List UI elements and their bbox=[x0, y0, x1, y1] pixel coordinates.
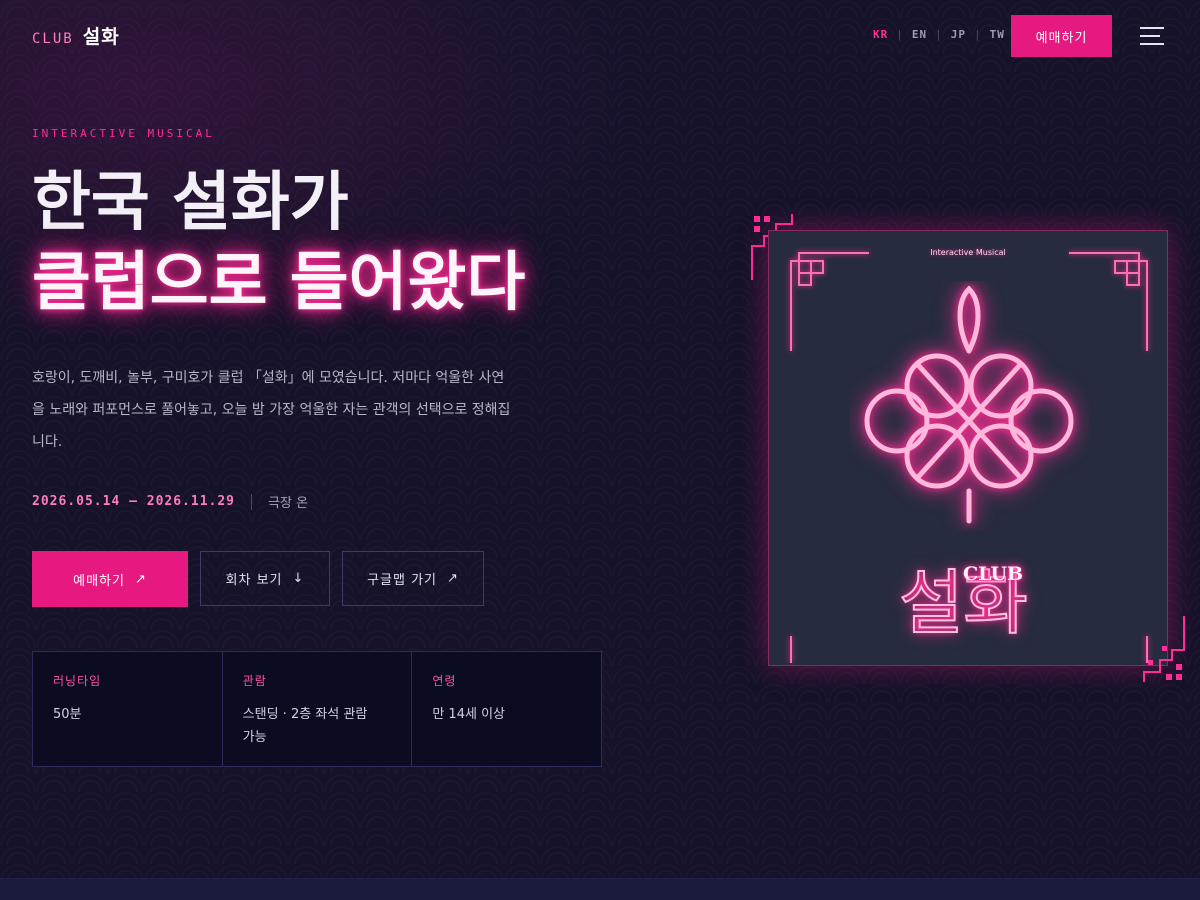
language-switcher: KR | EN | JP | TW bbox=[873, 28, 1005, 41]
hero-description: 호랑이, 도깨비, 놀부, 구미호가 클럽 「설화」에 모였습니다. 저마다 억… bbox=[32, 370, 511, 450]
info-value: 스탠딩 · 2층 좌석 관람 가능 bbox=[242, 707, 368, 745]
venue-name: 극장 온 bbox=[268, 496, 309, 511]
header-book-label: 예매하기 bbox=[1035, 30, 1088, 46]
date-range: 2026.05.14 — 2026.11.29 bbox=[32, 494, 236, 509]
info-value: 50분 bbox=[53, 707, 82, 722]
logo-prefix: CLUB bbox=[32, 31, 74, 47]
info-label: 연령 bbox=[432, 674, 457, 688]
arrow-up-right-icon: ↗ bbox=[134, 571, 147, 587]
corner-pattern-icon bbox=[1143, 616, 1185, 682]
lang-divider: | bbox=[974, 28, 982, 41]
arrow-down-icon: ↓ bbox=[292, 571, 305, 586]
header-book-button[interactable]: 예매하기 bbox=[1011, 15, 1112, 57]
lang-jp[interactable]: JP bbox=[951, 28, 966, 41]
info-running-time: 러닝타임 50분 bbox=[33, 652, 223, 766]
site-logo[interactable]: CLUB 설화 bbox=[32, 22, 120, 49]
lang-kr[interactable]: KR bbox=[873, 28, 888, 41]
arrow-up-right-icon: ↗ bbox=[447, 571, 459, 586]
hero-title-line2: 클럽으로 들어왔다 bbox=[32, 246, 526, 320]
lang-divider: | bbox=[935, 28, 943, 41]
menu-line bbox=[1140, 27, 1164, 29]
lang-en[interactable]: EN bbox=[912, 28, 927, 41]
book-button-label: 예매하기 bbox=[73, 573, 125, 589]
menu-line bbox=[1140, 43, 1164, 45]
google-map-button[interactable]: 구글맵 가기 ↗ bbox=[342, 551, 484, 606]
schedule-button[interactable]: 회차 보기 ↓ bbox=[200, 551, 330, 606]
info-label: 관람 bbox=[242, 674, 267, 688]
next-section-edge bbox=[0, 878, 1200, 900]
show-info-panel: 러닝타임 50분 관람 스탠딩 · 2층 좌석 관람 가능 연령 만 14세 이… bbox=[32, 651, 602, 767]
endless-knot-icon bbox=[864, 285, 1074, 524]
performance-period: 2026.05.14 — 2026.11.29 극장 온 bbox=[32, 492, 308, 511]
lang-tw[interactable]: TW bbox=[990, 28, 1005, 41]
logo-name: 설화 bbox=[82, 26, 120, 48]
info-label: 러닝타임 bbox=[53, 674, 102, 688]
hero-title-line1: 한국 설화가 bbox=[32, 166, 349, 240]
poster-club-text: CLUB bbox=[963, 563, 1024, 585]
lang-divider: | bbox=[896, 28, 904, 41]
hero-eyebrow: INTERACTIVE MUSICAL bbox=[32, 127, 215, 140]
show-poster: Interactive Musical 설화 CLUB bbox=[768, 230, 1168, 666]
menu-line bbox=[1140, 35, 1160, 37]
info-age: 연령 만 14세 이상 bbox=[412, 652, 601, 766]
book-button[interactable]: 예매하기 ↗ bbox=[32, 551, 188, 607]
info-viewing: 관람 스탠딩 · 2층 좌석 관람 가능 bbox=[223, 652, 413, 766]
map-button-label: 구글맵 가기 bbox=[367, 573, 438, 588]
poster-subtitle: Interactive Musical bbox=[930, 248, 1006, 257]
info-value: 만 14세 이상 bbox=[432, 707, 505, 722]
hamburger-menu-icon[interactable] bbox=[1140, 26, 1164, 46]
schedule-button-label: 회차 보기 bbox=[225, 573, 283, 588]
date-divider bbox=[251, 493, 253, 510]
